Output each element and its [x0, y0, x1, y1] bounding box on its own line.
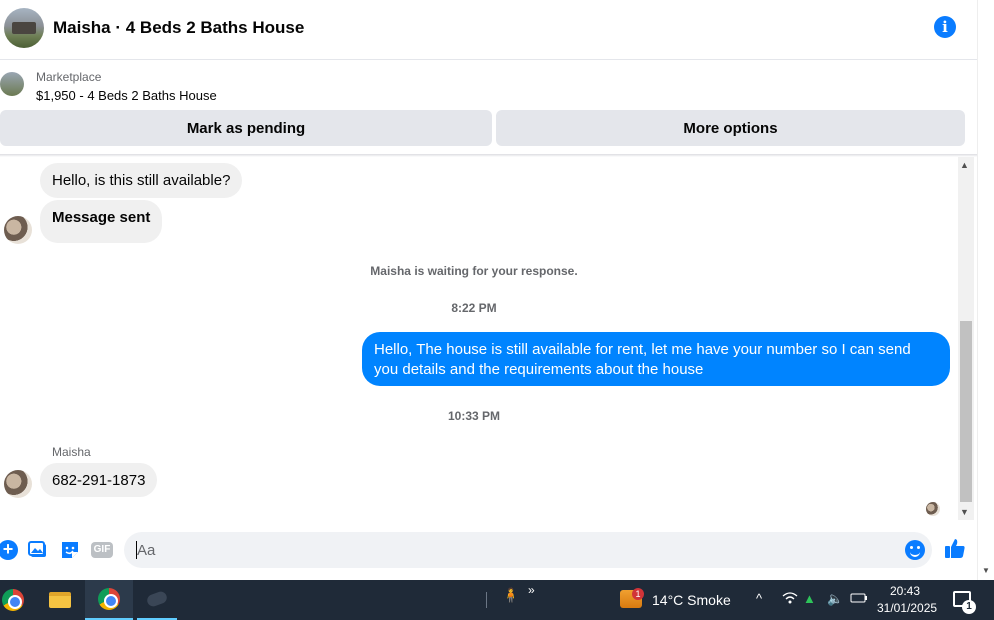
divider — [0, 154, 977, 157]
listing-avatar[interactable] — [4, 8, 44, 48]
chrome-icon[interactable] — [0, 580, 26, 620]
listing-summary[interactable]: $1,950 - 4 Beds 2 Baths House — [36, 88, 217, 103]
clock-date[interactable]: 31/01/2025 — [877, 601, 937, 615]
gif-icon[interactable]: GIF — [91, 542, 113, 558]
thumbs-up-icon[interactable] — [944, 537, 966, 565]
more-options-button[interactable]: More options — [496, 110, 965, 146]
plus-icon[interactable]: + — [0, 540, 18, 560]
clock-time[interactable]: 20:43 — [890, 584, 920, 598]
chat-title[interactable]: Maisha · 4 Beds 2 Baths House — [53, 18, 304, 38]
page-scroll-down-icon[interactable]: ▼ — [982, 566, 990, 575]
timestamp: 10:33 PM — [447, 409, 501, 423]
scroll-up-arrow-icon[interactable]: ▲ — [960, 160, 969, 170]
chevron-up-icon[interactable]: ^ — [756, 591, 762, 606]
network-icon[interactable]: ▲ — [803, 591, 816, 606]
app-icon[interactable] — [137, 580, 177, 620]
person-icon[interactable]: 🧍 — [502, 587, 519, 604]
sender-avatar[interactable] — [4, 470, 32, 498]
image-icon[interactable] — [28, 540, 48, 560]
chevron-right-icon[interactable]: » — [528, 583, 535, 597]
chrome-icon[interactable] — [85, 580, 133, 620]
incoming-message[interactable]: Message sent — [40, 200, 163, 243]
messenger-chat-window: Maisha · 4 Beds 2 Baths House i Marketpl… — [0, 0, 994, 580]
seen-avatar — [926, 502, 940, 516]
message-input-placeholder[interactable]: Aa — [137, 542, 155, 559]
sender-name: Maisha — [52, 445, 91, 459]
waiting-status: Maisha is waiting for your response. — [370, 264, 578, 278]
weather-alert-badge: 1 — [632, 588, 644, 600]
info-icon[interactable]: i — [934, 16, 956, 38]
speaker-icon[interactable]: 🔈 — [827, 591, 843, 607]
page-scrollbar[interactable] — [977, 0, 994, 580]
sticker-icon[interactable] — [60, 540, 80, 560]
incoming-message[interactable]: Hello, is this still available? — [40, 163, 243, 198]
windows-taskbar — [0, 580, 994, 620]
outgoing-message[interactable]: Hello, The house is still available for … — [362, 332, 950, 386]
timestamp: 8:22 PM — [451, 301, 497, 315]
scroll-down-arrow-icon[interactable]: ▼ — [960, 507, 969, 517]
sender-avatar[interactable] — [4, 216, 32, 244]
incoming-message[interactable]: 682-291-1873 — [40, 463, 158, 497]
emoji-icon[interactable] — [905, 540, 925, 560]
scrollbar-thumb[interactable] — [960, 321, 972, 502]
battery-icon[interactable] — [850, 591, 868, 608]
mark-as-pending-button[interactable]: Mark as pending — [0, 110, 492, 146]
taskbar-divider — [486, 592, 487, 608]
weather-text[interactable]: 14°C Smoke — [652, 592, 731, 608]
wifi-icon[interactable] — [782, 591, 798, 608]
chat-header: Maisha · 4 Beds 2 Baths House i — [0, 0, 977, 60]
marketplace-label: Marketplace — [36, 70, 102, 84]
notification-count-badge: 1 — [962, 600, 976, 614]
listing-thumbnail[interactable] — [0, 72, 24, 96]
message-input[interactable] — [124, 532, 932, 568]
file-explorer-icon[interactable] — [40, 580, 80, 620]
